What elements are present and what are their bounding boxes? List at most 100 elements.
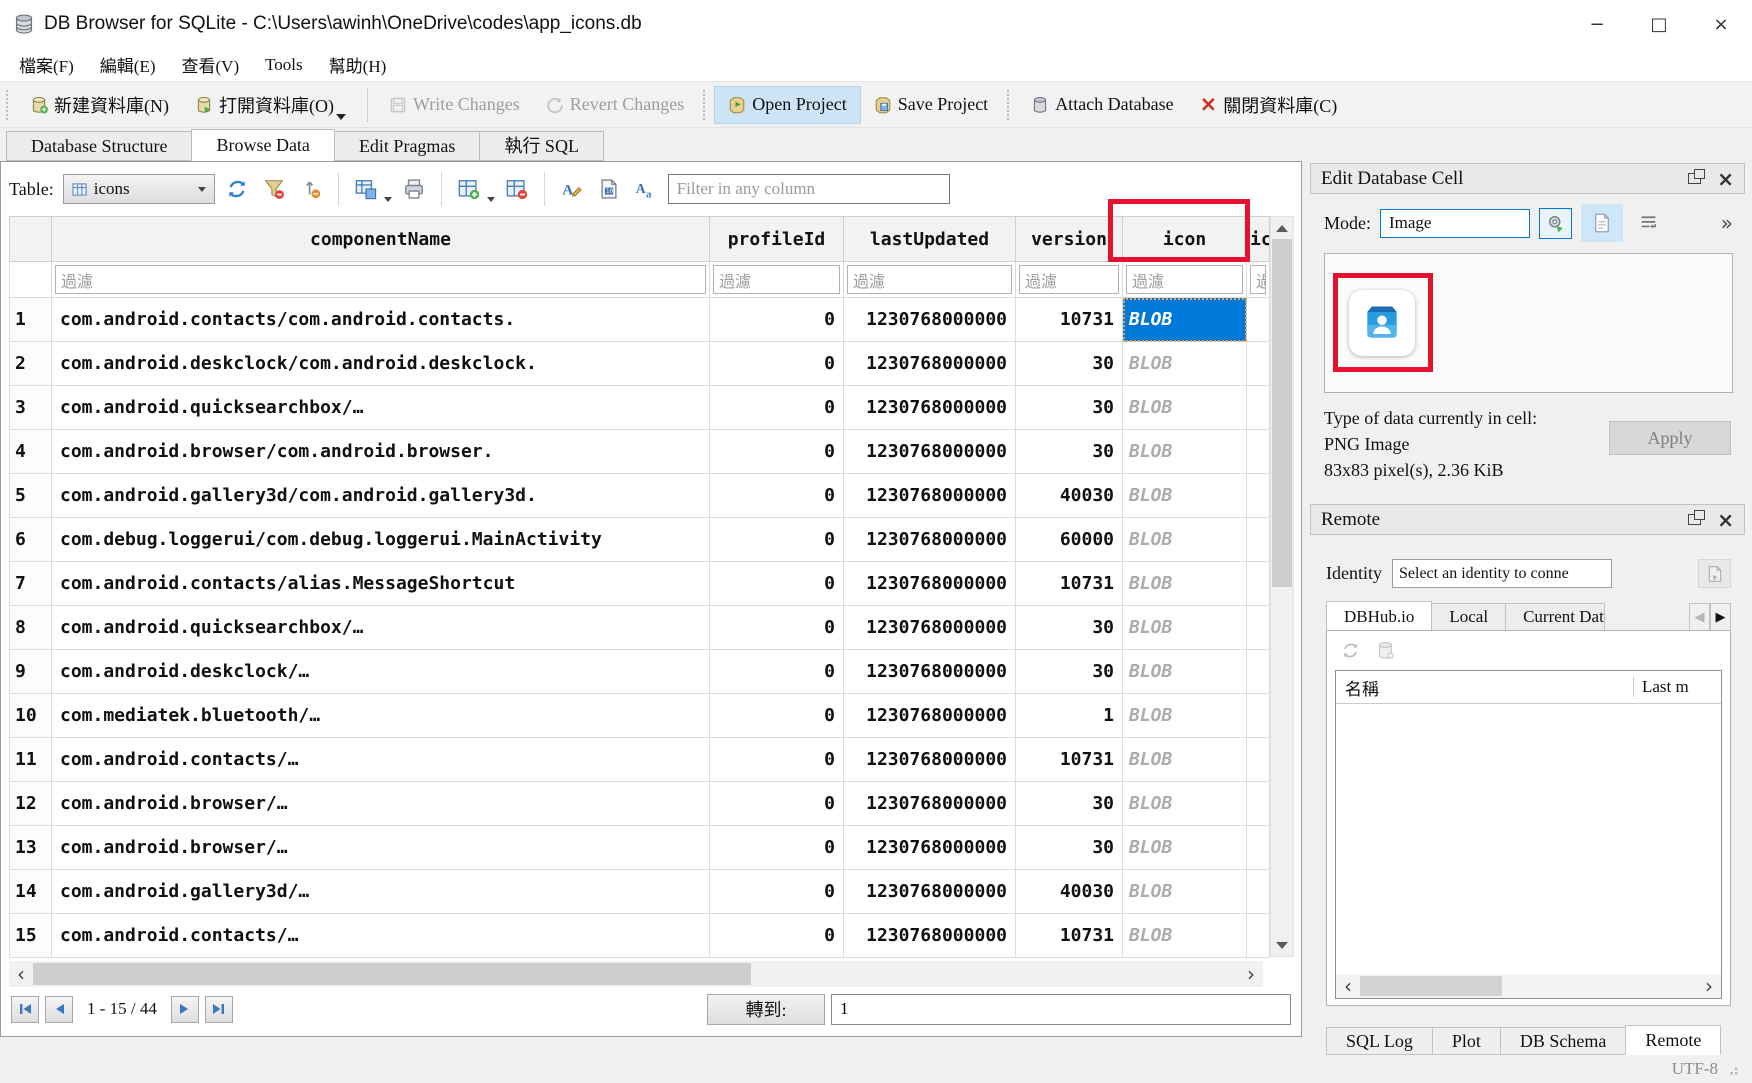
open-database-button[interactable]: 打開資料庫(O) xyxy=(182,86,359,124)
table-row[interactable]: 12 com.android.browser/… 0 1230768000000… xyxy=(10,782,1270,826)
tab-plot[interactable]: Plot xyxy=(1432,1027,1501,1055)
clipped-cell[interactable] xyxy=(1247,430,1270,474)
version-cell[interactable]: 30 xyxy=(1016,606,1123,650)
refresh-button[interactable] xyxy=(222,174,252,204)
lastupdated-cell[interactable]: 1230768000000 xyxy=(844,650,1016,694)
profileid-cell[interactable]: 0 xyxy=(710,298,844,342)
tab-db-schema[interactable]: DB Schema xyxy=(1500,1027,1626,1055)
insert-record-dropdown-icon[interactable] xyxy=(487,197,495,202)
icon-blob-cell[interactable]: BLOB xyxy=(1123,826,1247,870)
version-cell[interactable]: 10731 xyxy=(1016,738,1123,782)
componentname-cell[interactable]: com.android.quicksearchbox/… xyxy=(52,606,710,650)
clipped-cell[interactable] xyxy=(1247,782,1270,826)
version-cell[interactable]: 10731 xyxy=(1016,914,1123,958)
icon-blob-cell[interactable]: BLOB xyxy=(1123,518,1247,562)
import-data-button[interactable] xyxy=(1539,208,1572,239)
scroll-right-icon[interactable]: › xyxy=(1697,974,1721,998)
version-cell[interactable]: 30 xyxy=(1016,782,1123,826)
scroll-left-icon[interactable]: ‹ xyxy=(1336,974,1360,998)
tab-edit-pragmas[interactable]: Edit Pragmas xyxy=(334,131,481,161)
apply-button[interactable]: Apply xyxy=(1609,421,1731,455)
clipped-cell[interactable] xyxy=(1247,474,1270,518)
version-cell[interactable]: 30 xyxy=(1016,650,1123,694)
import-certificate-button[interactable] xyxy=(1698,559,1731,588)
float-panel-icon[interactable] xyxy=(1688,173,1701,184)
scroll-left-icon[interactable]: ‹ xyxy=(9,962,33,986)
profileid-cell[interactable]: 0 xyxy=(710,518,844,562)
font-button[interactable]: Aa xyxy=(631,174,661,204)
row-number-cell[interactable]: 8 xyxy=(10,606,52,650)
version-cell[interactable]: 30 xyxy=(1016,342,1123,386)
icon-blob-cell[interactable]: BLOB xyxy=(1123,650,1247,694)
filter-icon-input[interactable]: 過濾 xyxy=(1126,265,1243,294)
filter-componentname-input[interactable]: 過濾 xyxy=(55,265,706,294)
maximize-button[interactable]: □ xyxy=(1628,0,1690,48)
column-header-version[interactable]: version xyxy=(1016,217,1123,262)
next-record-button[interactable] xyxy=(171,996,199,1023)
row-number-cell[interactable]: 11 xyxy=(10,738,52,782)
remote-hscroll-thumb[interactable] xyxy=(1360,976,1502,996)
componentname-cell[interactable]: com.android.browser/… xyxy=(52,826,710,870)
open-database-dropdown-icon[interactable] xyxy=(336,114,346,120)
clipped-cell[interactable] xyxy=(1247,826,1270,870)
table-row[interactable]: 6 com.debug.loggerui/com.debug.loggerui.… xyxy=(10,518,1270,562)
menu-help[interactable]: 幫助(H) xyxy=(316,48,400,81)
version-cell[interactable]: 40030 xyxy=(1016,870,1123,914)
column-header-icon[interactable]: icon xyxy=(1123,217,1247,262)
lastupdated-cell[interactable]: 1230768000000 xyxy=(844,430,1016,474)
encoding-indicator[interactable]: UTF-8 xyxy=(1672,1059,1718,1079)
row-number-cell[interactable]: 13 xyxy=(10,826,52,870)
icon-blob-cell[interactable]: BLOB xyxy=(1123,782,1247,826)
lastupdated-cell[interactable]: 1230768000000 xyxy=(844,518,1016,562)
row-number-cell[interactable]: 4 xyxy=(10,430,52,474)
table-row[interactable]: 5 com.android.gallery3d/com.android.gall… xyxy=(10,474,1270,518)
identity-select[interactable]: Select an identity to conne xyxy=(1392,559,1612,588)
profileid-cell[interactable]: 0 xyxy=(710,870,844,914)
lastupdated-cell[interactable]: 1230768000000 xyxy=(844,782,1016,826)
lastupdated-cell[interactable]: 1230768000000 xyxy=(844,562,1016,606)
row-number-cell[interactable]: 5 xyxy=(10,474,52,518)
save-table-dropdown-icon[interactable] xyxy=(384,197,392,202)
lastupdated-cell[interactable]: 1230768000000 xyxy=(844,298,1016,342)
grid-hscroll-thumb[interactable] xyxy=(33,963,751,985)
lastupdated-cell[interactable]: 1230768000000 xyxy=(844,870,1016,914)
more-tools-icon[interactable]: » xyxy=(1721,211,1733,235)
corner-header[interactable] xyxy=(10,217,52,262)
profileid-cell[interactable]: 0 xyxy=(710,562,844,606)
menu-edit[interactable]: 編輯(E) xyxy=(87,48,169,81)
icon-blob-cell[interactable]: BLOB xyxy=(1123,914,1247,958)
revert-changes-button[interactable]: Revert Changes xyxy=(533,86,697,124)
icon-blob-cell[interactable]: BLOB xyxy=(1123,606,1247,650)
close-panel-icon[interactable]: × xyxy=(1717,510,1734,530)
componentname-cell[interactable]: com.android.gallery3d/com.android.galler… xyxy=(52,474,710,518)
row-number-cell[interactable]: 10 xyxy=(10,694,52,738)
tab-browse-data[interactable]: Browse Data xyxy=(191,129,334,161)
write-changes-button[interactable]: Write Changes xyxy=(376,86,533,124)
filter-any-column-input[interactable] xyxy=(668,174,950,204)
table-row[interactable]: 10 com.mediatek.bluetooth/… 0 1230768000… xyxy=(10,694,1270,738)
save-table-button[interactable] xyxy=(351,174,381,204)
table-row[interactable]: 8 com.android.quicksearchbox/… 0 1230768… xyxy=(10,606,1270,650)
scroll-right-icon[interactable]: › xyxy=(1239,962,1263,986)
icon-blob-cell[interactable]: BLOB xyxy=(1123,694,1247,738)
clear-filters-button[interactable] xyxy=(259,174,289,204)
text-view-button[interactable] xyxy=(1581,204,1623,242)
table-row[interactable]: 11 com.android.contacts/… 0 123076800000… xyxy=(10,738,1270,782)
clipped-cell[interactable] xyxy=(1247,650,1270,694)
close-button[interactable]: × xyxy=(1690,0,1752,48)
grid-vscroll-thumb[interactable] xyxy=(1272,239,1292,587)
print-button[interactable] xyxy=(399,174,429,204)
resize-grip-icon[interactable] xyxy=(1726,1063,1739,1076)
goto-input[interactable] xyxy=(831,994,1291,1025)
componentname-cell[interactable]: com.mediatek.bluetooth/… xyxy=(52,694,710,738)
first-record-button[interactable] xyxy=(11,996,39,1023)
attach-database-button[interactable]: Attach Database xyxy=(1018,86,1186,124)
profileid-cell[interactable]: 0 xyxy=(710,474,844,518)
profileid-cell[interactable]: 0 xyxy=(710,386,844,430)
menu-view[interactable]: 查看(V) xyxy=(169,48,253,81)
lastupdated-cell[interactable]: 1230768000000 xyxy=(844,694,1016,738)
remote-list-name-header[interactable]: 名稱 xyxy=(1336,675,1633,700)
clipped-cell[interactable] xyxy=(1247,518,1270,562)
edit-mode-button[interactable]: A xyxy=(557,174,587,204)
clipped-cell[interactable] xyxy=(1247,342,1270,386)
